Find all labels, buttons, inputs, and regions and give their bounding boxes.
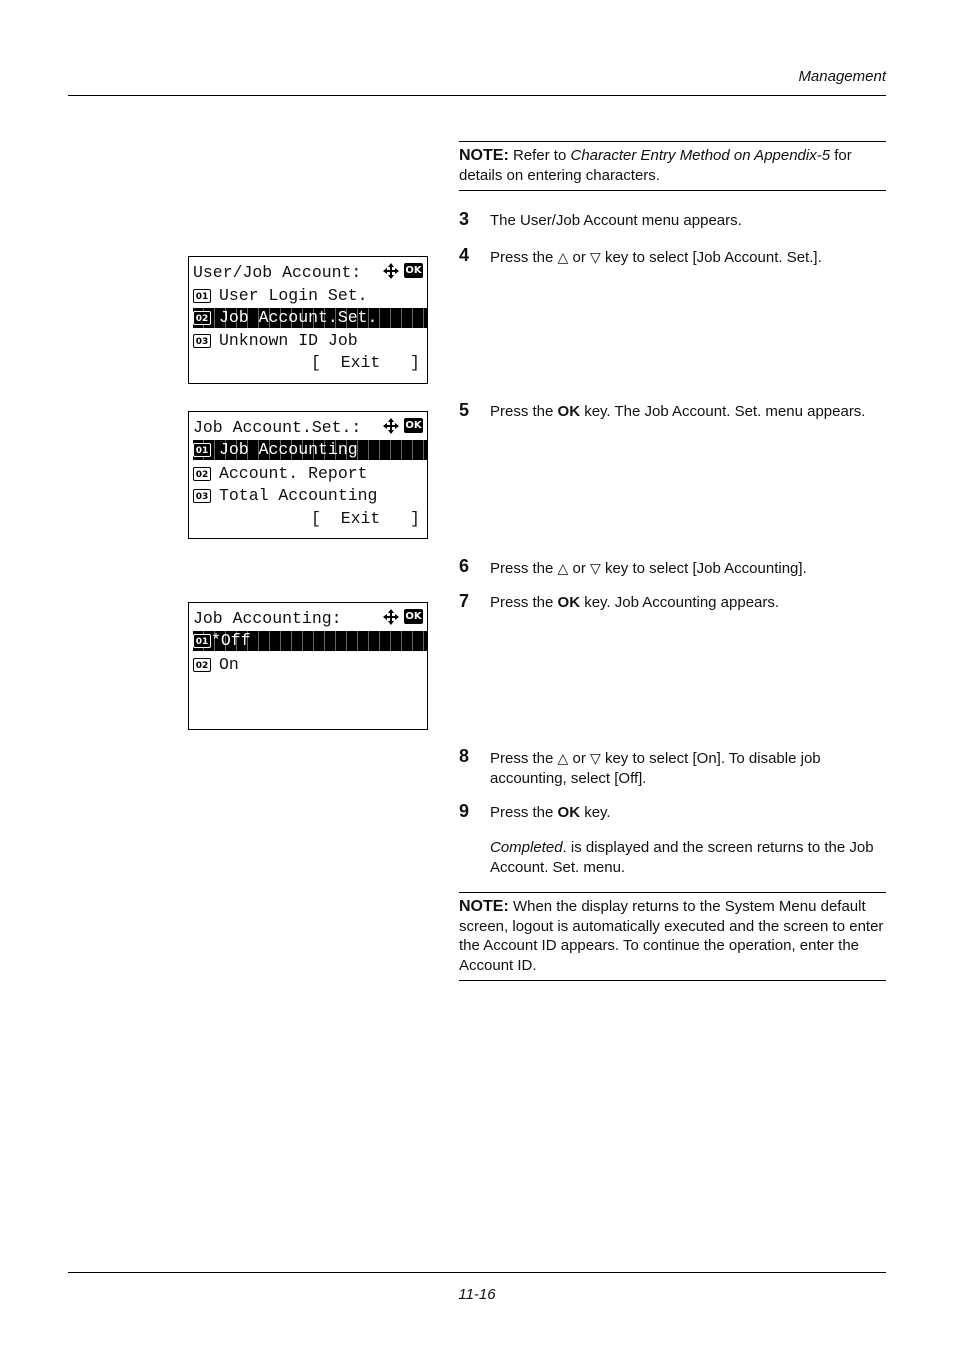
ok-key-label: OK [557, 594, 581, 611]
item-number-badge: 02 [193, 467, 211, 481]
option-off[interactable]: 01 *Off [193, 631, 427, 651]
option-label: *Off [211, 631, 251, 650]
step-text: key. [580, 804, 611, 821]
step-text: The User/Job Account menu appears. [490, 212, 742, 229]
page-number: 11-16 [458, 1286, 496, 1303]
menu-item-label: Job Accounting [219, 440, 358, 459]
status-message: Completed [490, 839, 563, 856]
running-header: Management [798, 68, 886, 85]
cross-reference: Character Entry Method on Appendix-5 [570, 147, 831, 164]
menu-item-label: User Login Set. [219, 286, 368, 305]
item-number-badge: 02 [193, 311, 211, 325]
note-logout: NOTE: When the display returns to the Sy… [459, 892, 886, 981]
step-number: 6 [459, 556, 470, 576]
menu-item-job-accounting[interactable]: 01 Job Accounting [193, 440, 427, 460]
note-text: Refer to [508, 147, 571, 164]
note-text: When the display returns to the System M… [459, 898, 884, 974]
step-text: or [568, 750, 590, 767]
step-text: Press the [490, 403, 558, 420]
step-text: Press the [490, 750, 558, 767]
item-number-badge: 01 [193, 443, 211, 457]
down-key-icon: ▽ [590, 750, 601, 766]
item-number-badge: 01 [193, 289, 211, 303]
step-text: Press the [490, 804, 558, 821]
option-on[interactable]: 02 On [193, 655, 427, 675]
ok-key-icon: OK [404, 609, 423, 624]
step-text: key. Job Accounting appears. [580, 594, 780, 611]
ok-key-label: OK [557, 403, 581, 420]
item-number-badge: 03 [193, 334, 211, 348]
exit-softkey[interactable]: [ Exit ] [311, 353, 427, 373]
up-key-icon: △ [557, 249, 569, 265]
step-3: 3 The User/Job Account menu appears. [459, 209, 889, 231]
ok-key-icon: OK [404, 263, 423, 278]
step-text: key to select [Job Account. Set.]. [600, 249, 822, 266]
ok-key-label: OK [557, 804, 581, 821]
item-number-badge: 02 [193, 658, 211, 672]
navigation-arrows-icon [383, 418, 399, 434]
menu-item-label: Job Account.Set. [219, 308, 378, 327]
menu-item-job-account-set[interactable]: 02 Job Account.Set. [193, 308, 427, 328]
step-text: Press the [490, 594, 558, 611]
up-key-icon: △ [557, 750, 569, 766]
step-4: 4 Press the △ or ▽ key to select [Job Ac… [459, 245, 889, 268]
ok-key-icon: OK [404, 418, 423, 433]
note-label: NOTE: [459, 898, 509, 915]
lcd-screen-user-job-account: User/Job Account: OK 01 User Login Set. 0… [188, 256, 428, 384]
navigation-arrows-icon [383, 609, 399, 625]
step-text: Press the [490, 560, 558, 577]
step-text: or [568, 560, 590, 577]
step-number: 3 [459, 209, 470, 229]
step-text: key to select [Job Accounting]. [600, 560, 807, 577]
menu-item-label: Account. Report [219, 464, 368, 483]
down-key-icon: ▽ [590, 560, 601, 576]
lcd-screen-job-account-set: Job Account.Set.: OK 01 Job Accounting 02… [188, 411, 428, 539]
item-number-badge: 01 [193, 634, 211, 648]
step-5: 5 Press the OK key. The Job Account. Set… [459, 400, 889, 422]
step-number: 7 [459, 591, 470, 611]
step-6: 6 Press the △ or ▽ key to select [Job Ac… [459, 556, 889, 579]
note-character-entry: NOTE: Refer to Character Entry Method on… [459, 141, 886, 191]
option-label: On [219, 655, 239, 674]
step-number: 5 [459, 400, 470, 420]
menu-item-user-login-set[interactable]: 01 User Login Set. [193, 286, 427, 306]
step-number: 9 [459, 801, 470, 821]
step-7: 7 Press the OK key. Job Accounting appea… [459, 591, 889, 613]
menu-item-label: Total Accounting [219, 486, 378, 505]
menu-item-unknown-id-job[interactable]: 03 Unknown ID Job [193, 331, 427, 351]
down-key-icon: ▽ [590, 249, 601, 265]
step-text: key. The Job Account. Set. menu appears. [580, 403, 866, 420]
step-9: 9 Press the OK key. Completed. is displa… [459, 801, 889, 877]
step-8: 8 Press the △ or ▽ key to select [On]. T… [459, 746, 889, 789]
step-text: Press the [490, 249, 558, 266]
step-number: 4 [459, 245, 470, 265]
note-label: NOTE: [459, 147, 509, 164]
navigation-arrows-icon [383, 263, 399, 279]
step-number: 8 [459, 746, 470, 766]
menu-item-account-report[interactable]: 02 Account. Report [193, 464, 427, 484]
up-key-icon: △ [557, 560, 569, 576]
exit-softkey[interactable]: [ Exit ] [311, 509, 427, 529]
menu-item-label: Unknown ID Job [219, 331, 358, 350]
item-number-badge: 03 [193, 489, 211, 503]
header-rule [68, 95, 886, 96]
lcd-screen-job-accounting: Job Accounting: OK 01 *Off 02 On [188, 602, 428, 730]
step-text: or [568, 249, 590, 266]
footer-rule [68, 1272, 886, 1273]
menu-item-total-accounting[interactable]: 03 Total Accounting [193, 486, 427, 506]
